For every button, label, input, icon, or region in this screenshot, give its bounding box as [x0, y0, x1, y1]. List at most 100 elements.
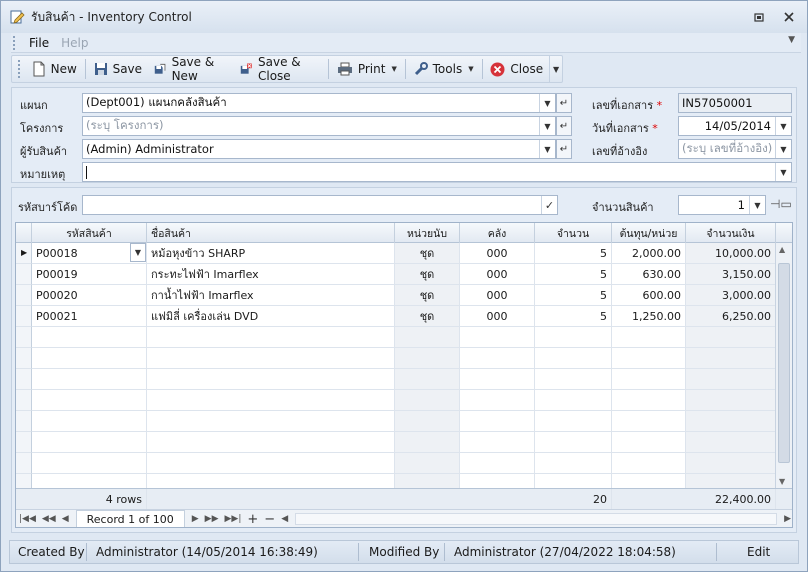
dept-select[interactable]: (Dept001) แผนกคลังสินค้า ▼: [82, 93, 556, 113]
cell-cost[interactable]: 2,000.00: [612, 243, 686, 264]
cell-code[interactable]: P00019: [32, 264, 147, 285]
cell-qty[interactable]: 5: [535, 306, 612, 327]
cell-code[interactable]: [32, 432, 147, 453]
cell-qty[interactable]: [535, 390, 612, 411]
prev-record-icon[interactable]: ◀: [59, 514, 72, 524]
cell-cost[interactable]: [612, 432, 686, 453]
cell-code[interactable]: [32, 348, 147, 369]
cell-qty[interactable]: [535, 411, 612, 432]
table-row[interactable]: P00019 กระทะไฟฟ้า Imarflex ชุด 000 5 630.00 3,…: [16, 264, 776, 285]
cell-cost[interactable]: [612, 411, 686, 432]
menu-overflow-icon[interactable]: ▼: [788, 35, 795, 45]
scroll-up-icon[interactable]: ▲: [779, 245, 785, 254]
row-indicator[interactable]: [16, 369, 32, 390]
cell-cost[interactable]: [612, 327, 686, 348]
chevron-down-icon[interactable]: ▼: [539, 117, 555, 135]
chevron-down-icon[interactable]: ▼: [775, 140, 791, 158]
new-button[interactable]: New: [26, 57, 83, 81]
cell-amount[interactable]: [686, 453, 776, 474]
cell-wh[interactable]: 000: [460, 243, 535, 264]
col-header-code[interactable]: รหัสสินค้า: [32, 223, 147, 243]
row-indicator[interactable]: ▶: [16, 243, 32, 264]
cell-amount[interactable]: [686, 390, 776, 411]
cell-unit[interactable]: [395, 369, 460, 390]
cell-wh[interactable]: [460, 453, 535, 474]
cell-name[interactable]: [147, 327, 395, 348]
table-row[interactable]: ▶ P00018 ▼ หม้อหุงข้าว SHARP ชุด 000 5 2,000.00…: [16, 243, 776, 264]
cell-wh[interactable]: [460, 432, 535, 453]
cell-wh[interactable]: [460, 369, 535, 390]
table-row[interactable]: P00021 แฟมิลี่ เครื่องเล่น DVD ชุด 000 5 1,25…: [16, 306, 776, 327]
note-field[interactable]: ▼: [82, 162, 792, 182]
cell-qty[interactable]: [535, 432, 612, 453]
qty-spinner[interactable]: 1 ▼: [678, 195, 766, 215]
next-record-icon[interactable]: ▶: [189, 514, 202, 524]
scroll-thumb[interactable]: [778, 263, 790, 463]
cell-unit[interactable]: [395, 453, 460, 474]
cell-unit[interactable]: ชุด: [395, 264, 460, 285]
cell-code[interactable]: [32, 453, 147, 474]
row-indicator[interactable]: [16, 432, 32, 453]
print-button[interactable]: Print ▼: [331, 57, 403, 81]
check-icon[interactable]: ✓: [541, 196, 557, 214]
cell-unit[interactable]: [395, 411, 460, 432]
cell-name[interactable]: [147, 348, 395, 369]
row-indicator[interactable]: [16, 264, 32, 285]
add-record-icon[interactable]: +: [244, 512, 261, 527]
cell-qty[interactable]: [535, 453, 612, 474]
col-header-cost[interactable]: ต้นทุน/หน่วย: [612, 223, 686, 243]
cell-code[interactable]: [32, 327, 147, 348]
col-header-amount[interactable]: จำนวนเงิน: [686, 223, 776, 243]
cell-name[interactable]: [147, 453, 395, 474]
last-record-icon[interactable]: ▶▶|: [222, 514, 245, 524]
cell-wh[interactable]: [460, 411, 535, 432]
cell-unit[interactable]: ชุด: [395, 285, 460, 306]
first-record-icon[interactable]: |◀◀: [16, 514, 39, 524]
cell-unit[interactable]: ชุด: [395, 243, 460, 264]
scroll-left-icon[interactable]: ◀: [278, 514, 291, 524]
cell-wh[interactable]: [460, 327, 535, 348]
cell-qty[interactable]: [535, 369, 612, 390]
cell-name[interactable]: [147, 390, 395, 411]
table-row[interactable]: P00020 กาน้ำไฟฟ้า Imarflex ชุด 000 5 600.00 3,…: [16, 285, 776, 306]
cell-wh[interactable]: 000: [460, 264, 535, 285]
cell-name[interactable]: กระทะไฟฟ้า Imarflex: [147, 264, 395, 285]
chevron-down-icon[interactable]: ▼: [130, 243, 146, 262]
grid-horizontal-scrollbar[interactable]: [295, 513, 778, 525]
chevron-down-icon[interactable]: ▼: [749, 196, 765, 214]
dept-reset-icon[interactable]: ↵: [556, 93, 572, 113]
row-indicator[interactable]: [16, 306, 32, 327]
cell-cost[interactable]: 600.00: [612, 285, 686, 306]
cell-name[interactable]: [147, 411, 395, 432]
cell-wh[interactable]: 000: [460, 285, 535, 306]
project-reset-icon[interactable]: ↵: [556, 116, 572, 136]
row-indicator[interactable]: [16, 285, 32, 306]
row-indicator[interactable]: [16, 453, 32, 474]
close-button[interactable]: Close: [484, 57, 549, 81]
cell-qty[interactable]: [535, 348, 612, 369]
project-select[interactable]: (ระบุ โครงการ) ▼: [82, 116, 556, 136]
docdate-field[interactable]: 14/05/2014 ▼: [678, 116, 792, 136]
barcode-input[interactable]: ✓: [82, 195, 558, 215]
toolbar-grip[interactable]: [18, 60, 22, 78]
grid-vertical-scrollbar[interactable]: ▲ ▼: [775, 243, 792, 488]
pin-icon[interactable]: ⊣▭: [770, 197, 792, 211]
cell-unit[interactable]: [395, 327, 460, 348]
cell-amount[interactable]: [686, 369, 776, 390]
cell-amount[interactable]: 3,000.00: [686, 285, 776, 306]
delete-record-icon[interactable]: −: [261, 512, 278, 527]
col-header-warehouse[interactable]: คลัง: [460, 223, 535, 243]
cell-unit[interactable]: [395, 390, 460, 411]
cell-cost[interactable]: [612, 348, 686, 369]
receiver-reset-icon[interactable]: ↵: [556, 139, 572, 159]
tools-button[interactable]: Tools ▼: [408, 57, 480, 81]
cell-wh[interactable]: [460, 390, 535, 411]
cell-wh[interactable]: 000: [460, 306, 535, 327]
receiver-select[interactable]: (Admin) Administrator ▼: [82, 139, 556, 159]
cell-amount[interactable]: [686, 411, 776, 432]
cell-unit[interactable]: [395, 432, 460, 453]
cell-code[interactable]: P00021: [32, 306, 147, 327]
cell-cost[interactable]: [612, 390, 686, 411]
cell-qty[interactable]: 5: [535, 285, 612, 306]
cell-cost[interactable]: [612, 453, 686, 474]
